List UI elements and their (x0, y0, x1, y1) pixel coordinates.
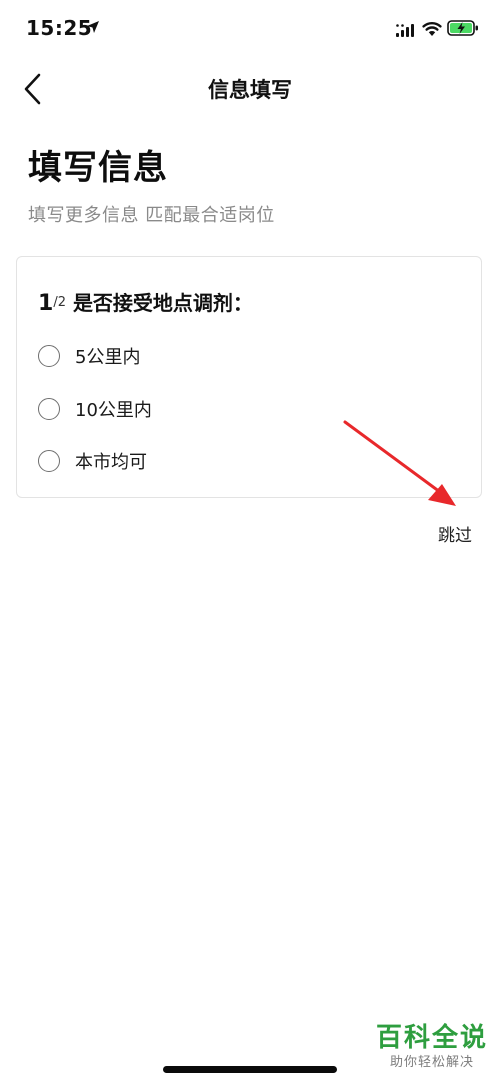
annotation-arrow-icon (343, 420, 456, 506)
watermark-logo: 百科全说 助你轻松解决 (374, 1022, 490, 1072)
radio-button[interactable] (38, 345, 60, 367)
status-time: 15:25 (26, 16, 93, 40)
option-whole-city[interactable]: 本市均可 (38, 446, 147, 476)
home-indicator[interactable] (163, 1066, 337, 1073)
page-title: 填写信息 (28, 148, 168, 188)
wifi-icon (422, 22, 442, 36)
question-step: 1 (38, 291, 54, 316)
radio-button[interactable] (38, 398, 60, 420)
signal-icon (396, 24, 414, 37)
radio-button[interactable] (38, 450, 60, 472)
battery-charging-icon (447, 20, 478, 36)
question-title: 1/2 是否接受地点调剂： (38, 287, 253, 316)
option-10km[interactable]: 10公里内 (38, 394, 152, 424)
option-label: 5公里内 (75, 347, 141, 368)
question-total: /2 (53, 295, 66, 310)
watermark-sub-text: 助你轻松解决 (389, 1055, 474, 1070)
option-label: 本市均可 (75, 452, 147, 473)
option-5km[interactable]: 5公里内 (38, 341, 140, 371)
location-arrow-icon (87, 21, 99, 33)
status-bar: 15:25 (0, 0, 500, 60)
nav-title: 信息填写 (208, 78, 292, 102)
question-text: 是否接受地点调剂： (72, 291, 253, 315)
option-label: 10公里内 (75, 400, 152, 421)
watermark-main-text: 百科全说 (375, 1023, 488, 1053)
page-subtitle: 填写更多信息 匹配最合适岗位 (28, 205, 275, 226)
skip-button[interactable]: 跳过 (438, 521, 472, 546)
